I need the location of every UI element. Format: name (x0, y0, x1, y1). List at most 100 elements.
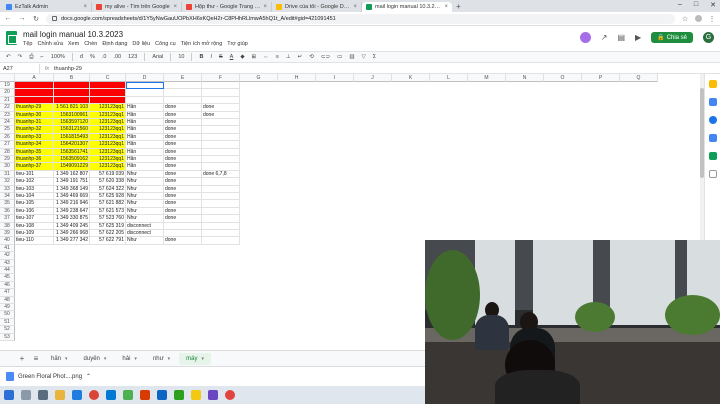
currency-button[interactable]: đ (80, 54, 83, 60)
paint-format-icon[interactable]: ⌐ (41, 54, 44, 60)
table-cell[interactable]: disconnect (126, 230, 164, 238)
row-header[interactable]: 32 (0, 178, 15, 186)
fill-color-icon[interactable]: ◆ (240, 54, 244, 60)
row-header[interactable]: 44 (0, 267, 15, 275)
table-cell[interactable]: 123123qq1 (90, 126, 126, 134)
filter-icon[interactable]: ▽ (362, 54, 366, 60)
table-cell[interactable]: 123123qq1 (90, 133, 126, 142)
table-cell[interactable]: Như (126, 207, 164, 216)
rotate-icon[interactable]: ⟲ (309, 54, 314, 60)
table-cell[interactable] (90, 89, 126, 97)
table-cell[interactable]: tieu-109 (15, 230, 54, 238)
close-tab-icon[interactable]: × (263, 4, 267, 10)
browser-tab[interactable]: mail login manual 10.3.2023 - Go× (362, 2, 452, 12)
maps-icon[interactable] (708, 152, 717, 160)
close-tab-icon[interactable]: × (173, 4, 177, 10)
table-cell[interactable]: tieu-110 (15, 237, 54, 245)
table-cell[interactable]: done (164, 163, 202, 171)
row-header[interactable]: 49 (0, 304, 15, 312)
table-cell[interactable]: Như (126, 178, 164, 186)
table-cell[interactable]: 123123qq1 (90, 111, 126, 119)
column-header[interactable]: B (54, 74, 90, 82)
table-cell[interactable]: 57 621 573 (90, 207, 126, 216)
table-cell[interactable]: done (164, 200, 202, 208)
column-header[interactable]: J (354, 74, 392, 82)
minimize-icon[interactable]: – (678, 1, 682, 9)
text-color-icon[interactable]: A (230, 54, 234, 60)
table-cell[interactable]: done (202, 111, 240, 119)
increase-decimal-button[interactable]: .00 (113, 54, 121, 60)
table-cell[interactable] (202, 163, 240, 171)
sheet-tab[interactable]: như ▾ (146, 353, 177, 365)
table-cell[interactable]: 123123qq1 (90, 119, 126, 127)
table-cell[interactable]: 1549091229 (54, 163, 90, 171)
table-cell[interactable]: done (164, 193, 202, 201)
add-on-icon[interactable] (708, 170, 717, 178)
table-cell[interactable]: done (164, 156, 202, 164)
close-tab-icon[interactable]: × (353, 4, 357, 10)
tasks-icon[interactable] (708, 98, 717, 106)
menu-item[interactable]: Tiện ích mở rộng (181, 41, 223, 47)
row-header[interactable]: 35 (0, 200, 15, 208)
sticky-notes-icon[interactable] (191, 390, 201, 400)
table-cell[interactable]: Như (126, 170, 164, 179)
table-cell[interactable]: done (164, 237, 202, 245)
row-header[interactable]: 26 (0, 133, 15, 142)
column-header[interactable]: M (468, 74, 506, 82)
table-cell[interactable] (164, 82, 202, 90)
table-cell[interactable]: 57 622 791 (90, 237, 126, 245)
table-cell[interactable]: tieu-101 (15, 170, 54, 179)
add-sheet-icon[interactable]: + (16, 354, 28, 363)
table-cell[interactable] (202, 141, 240, 149)
table-cell[interactable]: done (164, 141, 202, 149)
menu-item[interactable]: Trợ giúp (227, 41, 248, 47)
table-cell[interactable]: 1 561 821 103 (54, 104, 90, 112)
table-cell[interactable]: thuanhp-36 (15, 156, 54, 164)
table-cell[interactable]: Như (126, 185, 164, 193)
table-cell[interactable]: done 6,7,8 (202, 170, 240, 179)
table-cell[interactable] (54, 96, 90, 105)
table-cell[interactable] (90, 82, 126, 90)
task-view-icon[interactable] (38, 390, 48, 400)
row-header[interactable]: 31 (0, 170, 15, 179)
table-cell[interactable]: Hân (126, 119, 164, 127)
column-header[interactable]: H (278, 74, 316, 82)
row-header[interactable]: 33 (0, 185, 15, 193)
close-tab-icon[interactable]: × (444, 4, 448, 10)
chrome-icon[interactable] (89, 390, 99, 400)
table-cell[interactable] (202, 89, 240, 97)
merge-icon[interactable]: ⇔ (263, 54, 269, 60)
row-header[interactable]: 41 (0, 244, 15, 253)
table-cell[interactable]: disconnect (126, 222, 164, 230)
table-cell[interactable] (90, 96, 126, 105)
table-cell[interactable]: thuanhp-29 (15, 104, 54, 112)
table-cell[interactable] (202, 207, 240, 216)
table-cell[interactable] (202, 185, 240, 193)
table-cell[interactable]: 1 349 191 751 (54, 178, 90, 186)
table-cell[interactable]: 1 349 368 149 (54, 185, 90, 193)
table-cell[interactable]: thuanhp-31 (15, 119, 54, 127)
column-header[interactable]: F (202, 74, 240, 82)
teams-icon[interactable] (208, 390, 218, 400)
table-cell[interactable]: tieu-105 (15, 200, 54, 208)
table-cell[interactable]: 1564201307 (54, 141, 90, 149)
table-cell[interactable] (15, 89, 54, 97)
table-cell[interactable] (164, 96, 202, 105)
column-header[interactable]: P (582, 74, 620, 82)
forward-icon[interactable]: → (18, 15, 26, 22)
row-header[interactable]: 34 (0, 193, 15, 201)
row-header[interactable]: 39 (0, 230, 15, 238)
row-header[interactable]: 30 (0, 163, 15, 171)
table-cell[interactable]: 57 523 760 (90, 215, 126, 223)
maximize-icon[interactable]: □ (694, 1, 698, 9)
table-cell[interactable]: tieu-103 (15, 185, 54, 193)
new-tab-icon[interactable]: + (452, 2, 465, 12)
table-cell[interactable]: thuanhp-34 (15, 141, 54, 149)
row-header[interactable]: 29 (0, 156, 15, 164)
table-cell[interactable]: tieu-107 (15, 215, 54, 223)
table-cell[interactable]: 57 619 039 (90, 170, 126, 179)
row-header[interactable]: 22 (0, 104, 15, 112)
redo-icon[interactable]: ↷ (18, 54, 23, 60)
table-cell[interactable]: tieu-104 (15, 193, 54, 201)
column-header[interactable]: O (544, 74, 582, 82)
